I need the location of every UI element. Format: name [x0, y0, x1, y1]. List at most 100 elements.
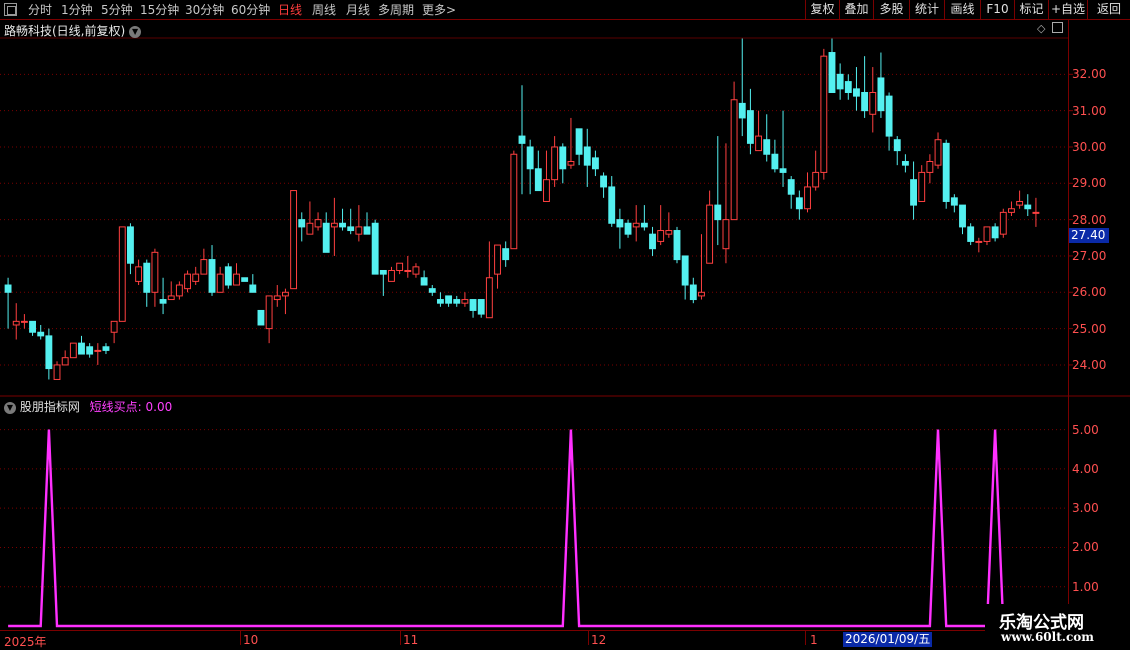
candlestick[interactable]	[820, 48, 828, 180]
candlestick[interactable]	[216, 266, 224, 293]
candlestick[interactable]	[94, 343, 102, 365]
candlestick[interactable]	[763, 114, 771, 162]
candlestick[interactable]	[673, 226, 681, 264]
candlestick[interactable]	[363, 212, 371, 235]
indicator-name[interactable]: 股朋指标网	[20, 400, 80, 414]
candlestick[interactable]	[445, 295, 453, 307]
candlestick[interactable]	[575, 128, 583, 166]
candlestick[interactable]	[828, 38, 836, 93]
candlestick[interactable]	[273, 285, 281, 307]
candlestick[interactable]	[469, 299, 477, 318]
candlestick[interactable]	[192, 266, 200, 286]
candlestick[interactable]	[143, 259, 151, 307]
candlestick[interactable]	[844, 74, 852, 100]
candlestick[interactable]	[330, 197, 338, 256]
candlestick[interactable]	[281, 288, 289, 315]
candlestick[interactable]	[37, 324, 45, 340]
candlestick[interactable]	[738, 38, 746, 137]
candlestick[interactable]	[950, 194, 958, 213]
candlestick[interactable]	[640, 205, 648, 231]
dropdown-circle-icon[interactable]: ▼	[129, 25, 142, 38]
candlestick[interactable]	[290, 190, 298, 290]
maximize-icon[interactable]	[1052, 22, 1063, 33]
candlestick[interactable]	[1024, 194, 1032, 216]
candlestick[interactable]	[428, 285, 436, 296]
candlestick[interactable]	[159, 277, 167, 315]
candlestick[interactable]	[804, 172, 811, 213]
candlestick[interactable]	[681, 255, 689, 300]
candlestick[interactable]	[12, 303, 20, 340]
candlestick[interactable]	[746, 88, 754, 155]
candlestick[interactable]	[86, 343, 94, 358]
kline-chart[interactable]	[0, 0, 1130, 650]
candlestick[interactable]	[412, 263, 420, 278]
candlestick[interactable]	[371, 219, 379, 275]
candlestick[interactable]	[167, 281, 175, 301]
candlestick[interactable]	[967, 223, 975, 246]
candlestick[interactable]	[518, 85, 526, 195]
candlestick[interactable]	[404, 255, 412, 278]
candlestick[interactable]	[453, 295, 461, 307]
candlestick[interactable]	[771, 139, 779, 173]
candlestick[interactable]	[53, 361, 61, 380]
candlestick[interactable]	[869, 67, 877, 133]
candlestick[interactable]	[526, 139, 534, 195]
candlestick[interactable]	[265, 295, 273, 344]
candlestick[interactable]	[698, 234, 705, 300]
candlestick[interactable]	[649, 226, 656, 256]
candlestick[interactable]	[208, 245, 216, 296]
candlestick[interactable]	[975, 237, 983, 253]
candlestick[interactable]	[591, 150, 599, 177]
candlestick[interactable]	[999, 208, 1007, 238]
candlestick[interactable]	[632, 205, 640, 242]
candlestick[interactable]	[102, 343, 110, 355]
candlestick[interactable]	[991, 223, 999, 242]
indicator-dropdown-icon[interactable]: ▼	[4, 401, 16, 414]
candlestick[interactable]	[1016, 190, 1024, 209]
candlestick[interactable]	[534, 150, 542, 192]
candlestick[interactable]	[78, 335, 85, 355]
candlestick[interactable]	[485, 241, 493, 319]
candlestick[interactable]	[926, 154, 934, 184]
candlestick[interactable]	[910, 161, 917, 220]
candlestick[interactable]	[624, 219, 632, 238]
candlestick[interactable]	[730, 81, 738, 221]
candlestick[interactable]	[69, 342, 77, 359]
candlestick[interactable]	[877, 52, 885, 118]
candlestick[interactable]	[257, 309, 265, 326]
candlestick[interactable]	[118, 226, 126, 322]
candlestick[interactable]	[314, 212, 322, 231]
candlestick[interactable]	[200, 248, 208, 275]
candlestick[interactable]	[110, 320, 118, 344]
candlestick[interactable]	[322, 212, 330, 253]
candlestick[interactable]	[787, 176, 795, 209]
candlestick[interactable]	[983, 226, 991, 246]
candlestick[interactable]	[861, 56, 869, 118]
candlestick[interactable]	[45, 328, 53, 380]
candlestick[interactable]	[241, 277, 249, 282]
candlestick[interactable]	[893, 136, 901, 166]
candlestick[interactable]	[755, 110, 763, 152]
candlestick[interactable]	[616, 208, 624, 249]
candlestick[interactable]	[249, 274, 257, 293]
candlestick[interactable]	[355, 205, 363, 242]
candlestick[interactable]	[1008, 201, 1015, 216]
candlestick[interactable]	[510, 150, 518, 250]
candlestick[interactable]	[61, 350, 69, 366]
candlestick[interactable]	[714, 136, 722, 246]
candlestick[interactable]	[379, 269, 387, 296]
candlestick[interactable]	[420, 270, 428, 286]
candlestick[interactable]	[298, 212, 306, 242]
candlestick[interactable]	[175, 281, 183, 300]
candlestick[interactable]	[795, 190, 803, 220]
candlestick[interactable]	[934, 132, 942, 169]
candlestick[interactable]	[306, 201, 314, 235]
candlestick[interactable]	[885, 92, 893, 151]
candlestick[interactable]	[836, 63, 844, 100]
candlestick[interactable]	[918, 165, 926, 202]
candlestick[interactable]	[959, 204, 966, 235]
candlestick[interactable]	[600, 172, 608, 198]
candlestick[interactable]	[135, 259, 143, 286]
candlestick[interactable]	[657, 205, 665, 246]
candlestick[interactable]	[20, 314, 28, 329]
